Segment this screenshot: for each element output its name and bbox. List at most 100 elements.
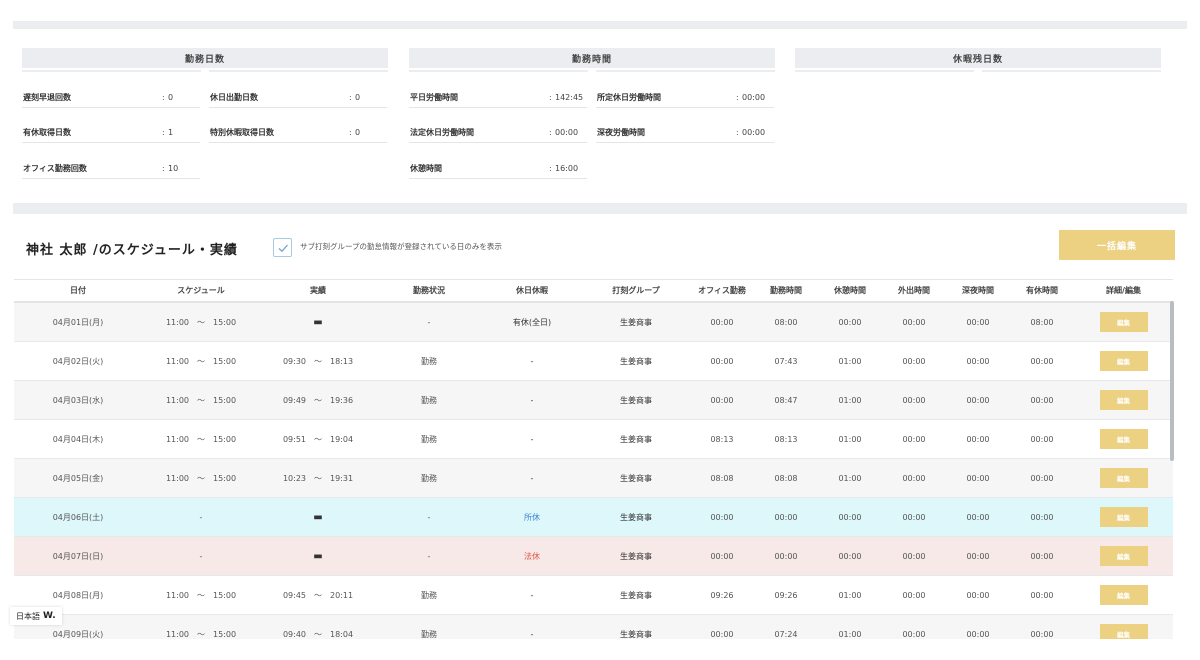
leave-header: 休暇残日数 — [795, 48, 1161, 68]
bulk-edit-button[interactable]: 一括編集 — [1059, 230, 1175, 260]
table-row: 04月06日(土) - ▬ - 所休 生姜商事 00:00 00:00 00:00 00:00 00… — [14, 498, 1173, 537]
stat-holiday-work: 休日出勤日数:0 — [209, 88, 387, 108]
cell-date: 04月09日(火) — [52, 629, 104, 639]
section-divider — [13, 203, 1187, 214]
edit-button[interactable]: 編集 — [1099, 585, 1148, 605]
stat-scheduled-holiday-hours: 所定休日労働時間:00:00 — [596, 88, 774, 108]
edit-button[interactable]: 編集 — [1099, 390, 1148, 410]
col-group: 打刻グループ — [612, 286, 660, 295]
cell-edit: 編集 — [1074, 468, 1173, 488]
schedule-table: 日付 スケジュール 実績 勤務状況 休日休暇 打刻グループ オフィス勤務 勤務時… — [14, 279, 1173, 639]
cell-out: 00:00 — [902, 317, 926, 327]
cell-status: 勤務 — [421, 356, 437, 366]
cell-actual: ▬ — [313, 550, 323, 562]
cell-actual: 10:23 ～ 19:31 — [282, 473, 354, 483]
stat-special-leave: 特別休暇取得日数:0 — [209, 123, 387, 143]
cell-holiday: - — [530, 434, 534, 444]
table-row: 04月02日(火) 11:00 ～ 15:00 09:30 ～ 18:13 勤務 - 生姜… — [14, 342, 1173, 381]
cell-break: 01:00 — [838, 590, 862, 600]
edit-button[interactable]: 編集 — [1099, 312, 1148, 332]
cell-night: 00:00 — [966, 629, 990, 639]
col-office: オフィス勤務 — [698, 286, 746, 295]
cell-paid: 08:00 — [1030, 317, 1054, 327]
edit-button[interactable]: 編集 — [1099, 624, 1148, 639]
edit-button[interactable]: 編集 — [1099, 468, 1148, 488]
cell-actual: 09:49 ～ 19:36 — [282, 395, 354, 405]
cell-paid: 00:00 — [1030, 551, 1054, 561]
cell-out: 00:00 — [902, 434, 926, 444]
cell-paid: 00:00 — [1030, 356, 1054, 366]
checkmark-icon — [278, 244, 288, 252]
cell-holiday: - — [530, 395, 534, 405]
col-break: 休憩時間 — [834, 286, 866, 295]
cell-work: 08:00 — [774, 317, 798, 327]
stat-paid-leave: 有休取得日数:1 — [22, 123, 200, 143]
w-logo-icon: W. — [43, 611, 56, 621]
cell-schedule: 11:00 ～ 15:00 — [165, 629, 237, 639]
cell-paid: 00:00 — [1030, 629, 1054, 639]
cell-date: 04月04日(木) — [52, 434, 104, 444]
cell-night: 00:00 — [966, 356, 990, 366]
edit-button[interactable]: 編集 — [1099, 546, 1148, 566]
cell-break: 00:00 — [838, 551, 862, 561]
cell-edit: 編集 — [1074, 507, 1173, 527]
cell-break: 01:00 — [838, 629, 862, 639]
cell-edit: 編集 — [1074, 585, 1173, 605]
cell-office: 00:00 — [710, 395, 734, 405]
table-scrollbar[interactable] — [1170, 301, 1174, 461]
cell-holiday: - — [530, 356, 534, 366]
cell-date: 04月08日(月) — [52, 590, 104, 600]
cell-night: 00:00 — [966, 434, 990, 444]
cell-actual: 09:30 ～ 18:13 — [282, 356, 354, 366]
edit-button[interactable]: 編集 — [1099, 507, 1148, 527]
table-header: 日付 スケジュール 実績 勤務状況 休日休暇 打刻グループ オフィス勤務 勤務時… — [14, 280, 1173, 303]
cell-office: 00:00 — [710, 356, 734, 366]
cell-paid: 00:00 — [1030, 512, 1054, 522]
cell-edit: 編集 — [1074, 351, 1173, 371]
cell-holiday: - — [530, 629, 534, 639]
edit-button[interactable]: 編集 — [1099, 351, 1148, 371]
cell-edit: 編集 — [1074, 429, 1173, 449]
cell-holiday: - — [530, 473, 534, 483]
cell-actual: ▬ — [313, 316, 323, 328]
leave-section: 休暇残日数 — [795, 48, 1161, 72]
cell-out: 00:00 — [902, 551, 926, 561]
col-paid: 有休時間 — [1026, 286, 1058, 295]
cell-night: 00:00 — [966, 473, 990, 483]
work-days-header: 勤務日数 — [22, 48, 388, 68]
cell-office: 08:13 — [710, 434, 734, 444]
cell-work: 08:13 — [774, 434, 798, 444]
cell-work: 08:08 — [774, 473, 798, 483]
stat-late-early: 遅刻早退回数:0 — [22, 88, 200, 108]
sub-group-filter-label[interactable]: サブ打刻グループの勤怠情報が登録されている日のみを表示 — [300, 241, 502, 252]
edit-button[interactable]: 編集 — [1099, 429, 1148, 449]
cell-actual: 09:51 ～ 19:04 — [282, 434, 354, 444]
stat-night-hours: 深夜労働時間:00:00 — [596, 123, 774, 143]
cell-date: 04月06日(土) — [52, 512, 104, 522]
cell-status: 勤務 — [421, 434, 437, 444]
col-date: 日付 — [70, 286, 86, 295]
cell-break: 01:00 — [838, 434, 862, 444]
cell-actual: 09:45 ～ 20:11 — [282, 590, 354, 600]
cell-schedule: - — [199, 551, 203, 561]
cell-paid: 00:00 — [1030, 395, 1054, 405]
cell-out: 00:00 — [902, 395, 926, 405]
cell-edit: 編集 — [1074, 390, 1173, 410]
work-time-section: 勤務時間 — [409, 48, 775, 72]
table-row: 04月01日(月) 11:00 ～ 15:00 ▬ - 有休(全日) 生姜商事 00:00 0… — [14, 303, 1173, 342]
cell-holiday: 所休 — [524, 512, 540, 522]
col-night: 深夜時間 — [962, 286, 994, 295]
language-switcher[interactable]: 日本語 W. — [10, 607, 62, 625]
cell-out: 00:00 — [902, 590, 926, 600]
cell-paid: 00:00 — [1030, 590, 1054, 600]
cell-status: 勤務 — [421, 473, 437, 483]
cell-edit: 編集 — [1074, 546, 1173, 566]
cell-paid: 00:00 — [1030, 473, 1054, 483]
cell-schedule: 11:00 ～ 15:00 — [165, 317, 237, 327]
cell-out: 00:00 — [902, 512, 926, 522]
sub-group-filter-checkbox[interactable] — [273, 238, 292, 257]
language-label: 日本語 — [16, 611, 40, 621]
cell-work: 00:00 — [774, 512, 798, 522]
cell-date: 04月01日(月) — [52, 317, 104, 327]
cell-group: 生姜商事 — [620, 512, 652, 522]
